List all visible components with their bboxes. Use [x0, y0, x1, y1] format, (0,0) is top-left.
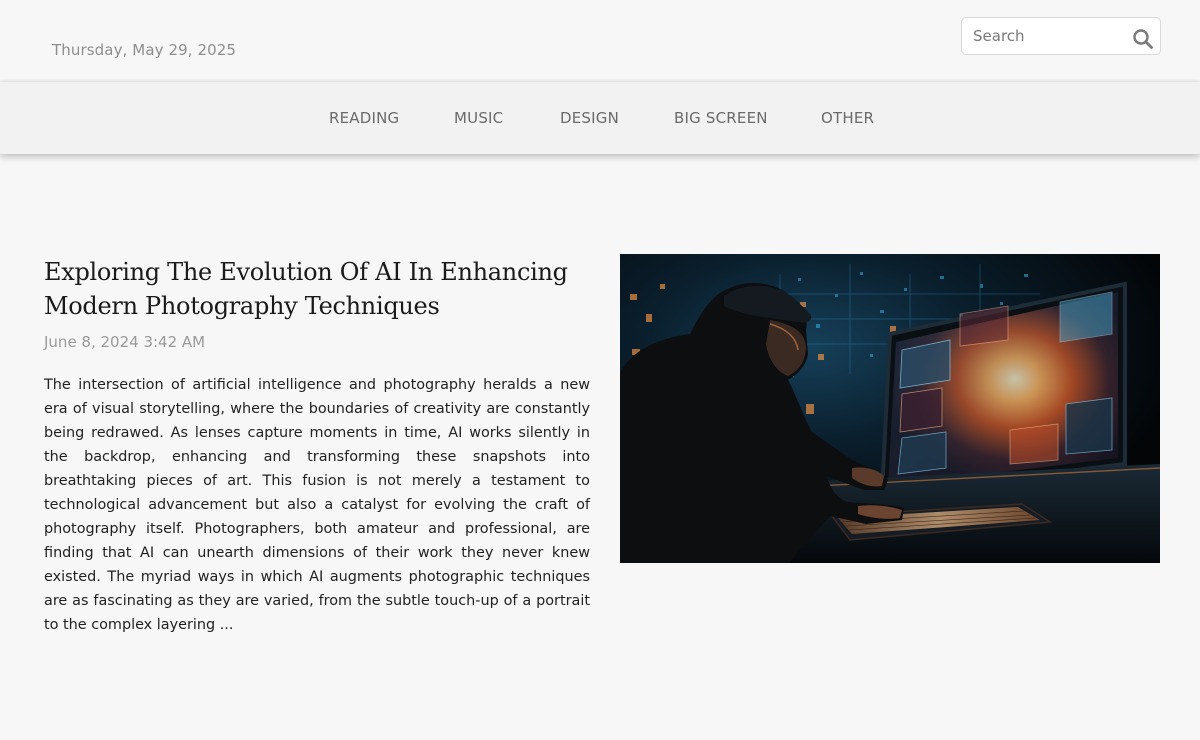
nav-item-big-screen[interactable]: BIG SCREEN	[674, 109, 768, 127]
search-input[interactable]	[973, 24, 1123, 48]
nav-item-design[interactable]: DESIGN	[560, 109, 619, 127]
nav-item-reading[interactable]: READING	[329, 109, 399, 127]
search-icon[interactable]	[1132, 28, 1154, 50]
nav-item-other[interactable]: OTHER	[821, 109, 874, 127]
article-title[interactable]: Exploring The Evolution Of AI In Enhanci…	[44, 255, 604, 323]
current-date: Thursday, May 29, 2025	[52, 41, 237, 59]
main-navigation: READING MUSIC DESIGN BIG SCREEN OTHER	[0, 82, 1200, 154]
article-image[interactable]	[620, 254, 1160, 563]
search-box[interactable]	[961, 17, 1161, 55]
nav-item-music[interactable]: MUSIC	[454, 109, 503, 127]
article-date: June 8, 2024 3:42 AM	[44, 333, 206, 351]
top-bar: Thursday, May 29, 2025	[0, 0, 1200, 82]
article-image-illustration	[620, 254, 1160, 563]
article-excerpt: The intersection of artificial intellige…	[44, 377, 590, 633]
